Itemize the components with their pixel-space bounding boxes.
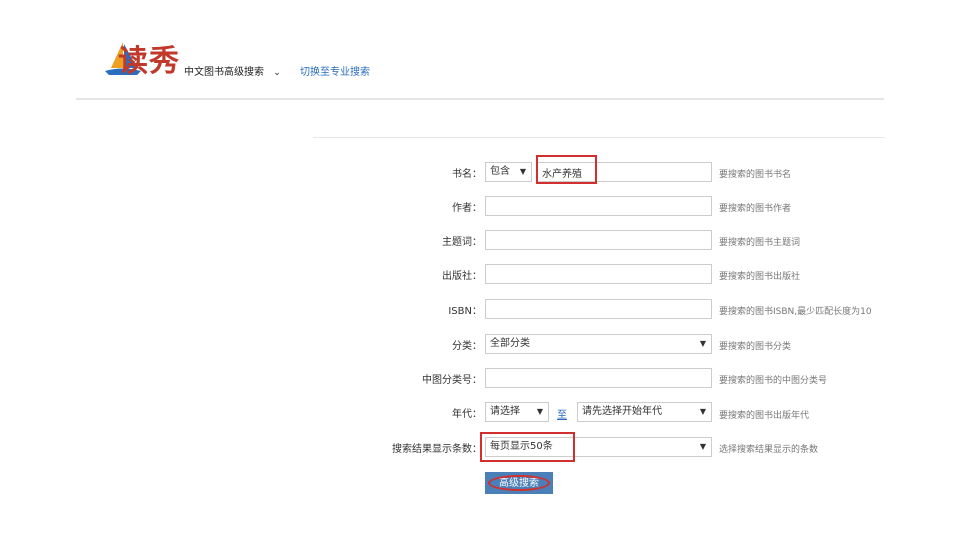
dropdown-arrow-icon: ▼ [699,339,706,348]
dropdown-arrow-icon: ▼ [699,407,706,416]
subject-input[interactable] [485,230,712,250]
form-divider [313,137,885,138]
title-hint: 要搜索的图书书名 [719,170,792,180]
title-match-select[interactable]: 包含 ▼ [485,162,532,182]
header-divider [76,98,884,100]
publisher-input[interactable] [485,264,712,284]
dropdown-arrow-icon: ▼ [536,407,543,416]
highlight-ellipse [488,475,550,491]
year-to-label: 至 [557,410,567,421]
clc-input[interactable] [485,368,712,388]
isbn-label: ISBN： [448,306,482,317]
switch-to-pro-search-link[interactable]: 切换至专业搜索 [300,63,370,78]
subject-label: 主题词： [442,237,482,248]
highlight-box [480,432,575,462]
per-page-label: 搜索结果显示条数： [392,444,482,455]
title-match-value: 包含 [490,166,510,177]
year-to-value: 请先选择开始年代 [582,406,662,417]
isbn-input[interactable] [485,299,712,319]
publisher-hint: 要搜索的图书出版社 [719,272,801,282]
chevron-down-icon: ⌄ [273,68,281,78]
publisher-label: 出版社： [442,271,482,282]
year-to-select[interactable]: 请先选择开始年代 ▼ [577,402,712,422]
dropdown-arrow-icon: ▼ [519,167,526,176]
search-mode-dropdown[interactable]: 中文图书高级搜索 ⌄ [184,63,281,78]
category-label: 分类： [452,341,482,352]
logo-text: 读秀 [118,44,180,79]
title-label: 书名： [452,169,482,180]
subject-hint: 要搜索的图书主题词 [719,238,801,248]
year-hint: 要搜索的图书出版年代 [719,411,810,421]
clc-label: 中图分类号： [422,375,482,386]
highlight-box [536,155,597,184]
per-page-hint: 选择搜索结果显示的条数 [719,445,819,455]
author-hint: 要搜索的图书作者 [719,204,792,214]
author-label: 作者： [452,203,482,214]
category-hint: 要搜索的图书分类 [719,342,792,352]
isbn-hint: 要搜索的图书ISBN,最少匹配长度为10 [719,307,872,317]
year-from-value: 请选择 [490,406,520,417]
year-label: 年代： [452,409,482,420]
year-from-select[interactable]: 请选择 ▼ [485,402,549,422]
search-mode-label: 中文图书高级搜索 [184,67,264,78]
category-value: 全部分类 [490,338,530,349]
author-input[interactable] [485,196,712,216]
dropdown-arrow-icon: ▼ [699,442,706,451]
category-select[interactable]: 全部分类 ▼ [485,334,712,354]
clc-hint: 要搜索的图书的中图分类号 [719,376,828,386]
